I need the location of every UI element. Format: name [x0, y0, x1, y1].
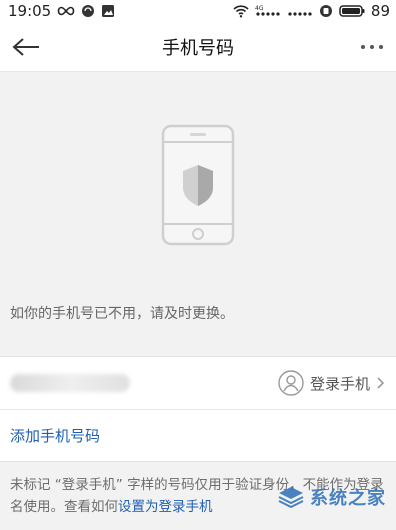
notification-icon	[319, 4, 333, 18]
user-icon	[278, 370, 304, 396]
page-title: 手机号码	[0, 34, 396, 60]
add-phone-row[interactable]: 添加手机号码	[0, 409, 396, 461]
watermark-logo-icon	[278, 486, 304, 508]
signal-icon	[287, 4, 313, 18]
battery-icon	[339, 4, 365, 18]
hero-illustration	[0, 72, 396, 298]
login-phone-label: 登录手机	[310, 373, 370, 394]
back-icon[interactable]	[12, 37, 40, 57]
battery-level: 89	[371, 2, 390, 20]
login-phone-row[interactable]: 登录手机	[0, 357, 396, 409]
more-icon[interactable]	[360, 43, 384, 51]
clock: 19:05	[8, 2, 51, 20]
svg-text:4G: 4G	[255, 5, 264, 12]
chevron-right-icon	[376, 376, 386, 390]
app-bar: 手机号码	[0, 22, 396, 72]
infinity-icon	[57, 5, 75, 17]
watermark: 系统之家	[278, 484, 386, 510]
add-phone-link[interactable]: 添加手机号码	[10, 425, 100, 446]
phone-shield-illustration	[161, 124, 235, 246]
watermark-text: 系统之家	[310, 484, 386, 510]
image-icon	[101, 4, 115, 18]
phone-list: 登录手机 添加手机号码	[0, 356, 396, 462]
set-login-phone-link[interactable]: 设置为登录手机	[118, 499, 213, 515]
login-phone-tag: 登录手机	[278, 370, 386, 396]
wifi-icon	[233, 4, 249, 18]
masked-phone-number	[10, 374, 130, 392]
tip-text: 如你的手机号已不用，请及时更换。	[0, 298, 396, 328]
sync-icon	[81, 4, 95, 18]
signal-4g-icon: 4G	[255, 4, 281, 18]
status-bar: 19:05 4G 89	[0, 0, 396, 22]
